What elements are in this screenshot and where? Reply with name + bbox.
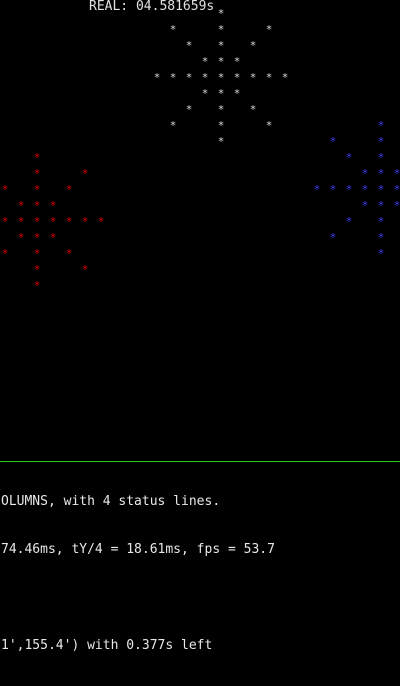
- blue-star: *: [377, 183, 385, 196]
- blue-star: *: [393, 167, 400, 180]
- red-star: *: [65, 247, 73, 260]
- blue-star: *: [377, 231, 385, 244]
- gray-star: *: [265, 23, 273, 36]
- red-star: *: [1, 183, 9, 196]
- red-star: *: [33, 279, 41, 292]
- status-line-4: 1',155.4') with 0.377s left: [1, 638, 213, 653]
- gray-star: *: [153, 71, 161, 84]
- gray-star: *: [265, 71, 273, 84]
- gray-star: *: [169, 71, 177, 84]
- red-star: *: [33, 247, 41, 260]
- red-star: *: [33, 263, 41, 276]
- red-star: *: [81, 263, 89, 276]
- gray-star: *: [185, 103, 193, 116]
- gray-star: *: [249, 39, 257, 52]
- blue-star: *: [329, 183, 337, 196]
- blue-star: *: [377, 167, 385, 180]
- blue-star: *: [393, 199, 400, 212]
- blue-star: *: [377, 135, 385, 148]
- status-line-2: 74.46ms, tY/4 = 18.61ms, fps = 53.7: [1, 542, 275, 557]
- gray-star: *: [201, 71, 209, 84]
- gray-star: *: [201, 87, 209, 100]
- red-star: *: [33, 167, 41, 180]
- gray-star: *: [233, 71, 241, 84]
- blue-star: *: [361, 167, 369, 180]
- blue-star: *: [393, 183, 400, 196]
- red-star: *: [49, 231, 57, 244]
- gray-star: *: [169, 23, 177, 36]
- blue-star: *: [377, 119, 385, 132]
- red-star: *: [1, 247, 9, 260]
- gray-star: *: [185, 39, 193, 52]
- red-star: *: [49, 199, 57, 212]
- red-star: *: [17, 231, 25, 244]
- blue-star: *: [361, 183, 369, 196]
- gray-star: *: [281, 71, 289, 84]
- red-star: *: [81, 167, 89, 180]
- gray-star: *: [217, 103, 225, 116]
- blue-star: *: [345, 183, 353, 196]
- blue-star: *: [377, 199, 385, 212]
- gray-star: *: [217, 39, 225, 52]
- blue-star: *: [345, 151, 353, 164]
- blue-star: *: [329, 231, 337, 244]
- gray-star: *: [217, 23, 225, 36]
- gray-star: *: [233, 87, 241, 100]
- real-time-readout: REAL: 04.581659s: [89, 0, 215, 14]
- red-star: *: [1, 215, 9, 228]
- gray-star: *: [217, 71, 225, 84]
- red-star: *: [33, 231, 41, 244]
- gray-star: *: [169, 119, 177, 132]
- blue-star: *: [329, 135, 337, 148]
- gray-star: *: [249, 103, 257, 116]
- red-star: *: [97, 215, 105, 228]
- terminal-window: REAL: 04.581659s * * * * * * * * * * * * * * * * * * * * * * *…: [0, 0, 400, 653]
- red-star: *: [33, 199, 41, 212]
- gray-star: *: [217, 55, 225, 68]
- red-star: *: [65, 183, 73, 196]
- red-star: *: [17, 215, 25, 228]
- red-star: *: [65, 215, 73, 228]
- red-star: *: [49, 215, 57, 228]
- red-star: *: [17, 199, 25, 212]
- status-panel: OLUMNS, with 4 status lines. 74.46ms, tY…: [1, 462, 400, 686]
- blue-star: *: [377, 151, 385, 164]
- red-star: *: [33, 151, 41, 164]
- gray-star: *: [233, 55, 241, 68]
- gray-star: *: [217, 119, 225, 132]
- gray-star: *: [201, 55, 209, 68]
- blue-star: *: [361, 199, 369, 212]
- gray-star: *: [265, 119, 273, 132]
- status-line-3: [1, 590, 400, 606]
- gray-star: *: [217, 7, 225, 20]
- gray-star: *: [217, 135, 225, 148]
- gray-star: *: [217, 87, 225, 100]
- blue-star: *: [377, 247, 385, 260]
- red-star: *: [81, 215, 89, 228]
- red-star: *: [33, 183, 41, 196]
- blue-star: *: [377, 215, 385, 228]
- status-line-1: OLUMNS, with 4 status lines.: [1, 494, 221, 509]
- red-star: *: [33, 215, 41, 228]
- blue-star: *: [345, 215, 353, 228]
- gray-star: *: [185, 71, 193, 84]
- gray-star: *: [249, 71, 257, 84]
- blue-star: *: [313, 183, 321, 196]
